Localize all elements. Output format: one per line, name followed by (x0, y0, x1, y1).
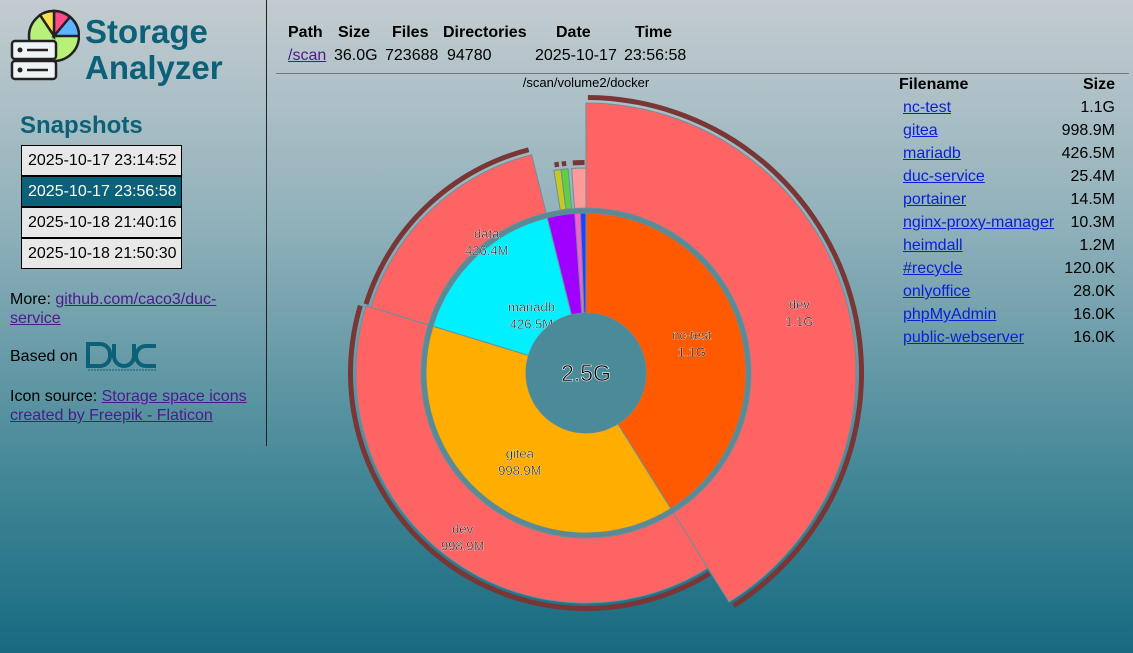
usage-sunburst-chart[interactable]: /scan/volume2/docker nc-test 1.1G gitea 998… (276, 74, 896, 653)
col-size: Size (338, 24, 371, 41)
file-row: duc-service 25.4M (899, 168, 1117, 191)
outer-ring-rim (561, 160, 567, 167)
file-name-link[interactable]: #recycle (903, 260, 963, 278)
file-name-link[interactable]: duc-service (903, 168, 985, 186)
chart-path-label: /scan/volume2/docker (523, 75, 650, 90)
total-size: 36.0G (334, 47, 378, 64)
slice-size-label: 1.1G (785, 314, 813, 329)
col-files: Files (392, 24, 429, 41)
file-count: 723688 (385, 47, 439, 64)
file-list-header: Filename Size (899, 76, 1117, 96)
file-row: phpMyAdmin 16.0K (899, 306, 1117, 329)
snapshot-item[interactable]: 2025-10-18 21:40:16 (21, 207, 182, 238)
file-size: 426.5M (1061, 145, 1115, 162)
chart-center-total: 2.5G (561, 360, 611, 386)
file-name-link[interactable]: heimdall (903, 237, 963, 255)
slice-size-label: 998.9M (441, 539, 484, 554)
file-name-link[interactable]: portainer (903, 191, 966, 209)
snapshot-item[interactable]: 2025-10-17 23:14:52 (21, 145, 182, 176)
slice-name-label: dev (789, 297, 810, 312)
slice-size-label: 998.9M (498, 463, 541, 478)
app-title: Storage Analyzer (85, 14, 223, 86)
file-row: nc-test 1.1G (899, 99, 1117, 122)
file-name-link[interactable]: onlyoffice (903, 283, 970, 301)
col-time: Time (635, 24, 673, 41)
snapshot-item[interactable]: 2025-10-18 21:50:30 (21, 238, 182, 269)
file-size: 14.5M (1070, 191, 1115, 208)
file-size: 1.1G (1080, 99, 1115, 116)
file-size: 16.0K (1073, 329, 1115, 346)
more-info: More: github.com/caco3/duc-service (10, 290, 216, 328)
file-size: 998.9M (1061, 122, 1115, 139)
col-date: Date (556, 24, 591, 41)
file-name-link[interactable]: nginx-proxy-manager (903, 214, 1054, 232)
file-row: gitea 998.9M (899, 122, 1117, 145)
file-size: 120.0K (1064, 260, 1115, 277)
based-on-label: Based on (10, 348, 78, 365)
file-name-link[interactable]: phpMyAdmin (903, 306, 996, 324)
col-directories: Directories (443, 24, 527, 41)
path-link[interactable]: /scan (288, 47, 326, 65)
file-name-link[interactable]: gitea (903, 122, 938, 140)
slice-name-label: mariadb (508, 299, 555, 314)
file-row: mariadb 426.5M (899, 145, 1117, 168)
storage-analyzer-logo-icon (10, 9, 80, 81)
icon-source-label: Icon source: (10, 388, 98, 405)
file-name-link[interactable]: mariadb (903, 145, 961, 163)
outer-ring-rim (554, 161, 560, 168)
app-title-line1: Storage (85, 13, 208, 50)
slice-name-label: nc-test (672, 328, 711, 343)
file-row: nginx-proxy-manager 10.3M (899, 214, 1117, 237)
scan-summary: Path Size Files Directories Date Time /s… (276, 22, 1129, 74)
file-row: portainer 14.5M (899, 191, 1117, 214)
file-size: 10.3M (1070, 214, 1115, 231)
slice-size-label: 426.4M (465, 243, 508, 258)
directory-count: 94780 (447, 47, 492, 64)
outer-ring-slice[interactable] (571, 167, 587, 209)
icon-source: Icon source: Storage space icons created … (10, 387, 247, 425)
file-size: 1.2M (1079, 237, 1115, 254)
col-path: Path (288, 24, 323, 41)
file-row: onlyoffice 28.0K (899, 283, 1117, 306)
filename-header: Filename (899, 76, 969, 93)
snapshot-list: 2025-10-17 23:14:52 2025-10-17 23:56:58 … (21, 145, 182, 269)
slice-name-label: data (474, 226, 500, 241)
slice-name-label: dev (452, 522, 473, 537)
size-header: Size (1082, 76, 1115, 93)
file-size: 25.4M (1070, 168, 1115, 185)
file-row: public-webserver 16.0K (899, 329, 1117, 352)
snapshots-heading: Snapshots (20, 112, 143, 139)
file-name-link[interactable]: public-webserver (903, 329, 1024, 347)
file-size: 28.0K (1073, 283, 1115, 300)
based-on: Based on (10, 347, 78, 366)
app-title-line2: Analyzer (85, 49, 223, 86)
snapshot-item-selected[interactable]: 2025-10-17 23:56:58 (21, 176, 182, 207)
file-row: #recycle 120.0K (899, 260, 1117, 283)
file-list: Filename Size nc-test 1.1G gitea 998.9M mari… (899, 76, 1117, 352)
scan-time: 23:56:58 (624, 47, 687, 64)
file-size: 16.0K (1073, 306, 1115, 323)
outer-ring-rim (572, 160, 585, 166)
more-label: More: (10, 291, 51, 308)
file-row: heimdall 1.2M (899, 237, 1117, 260)
file-name-link[interactable]: nc-test (903, 99, 951, 117)
sidebar: Storage Analyzer Snapshots 2025-10-17 23… (0, 0, 267, 446)
slice-name-label: gitea (506, 446, 535, 461)
duc-logo-icon (86, 342, 156, 371)
scan-date: 2025-10-17 (535, 47, 617, 64)
slice-size-label: 1.1G (678, 345, 706, 360)
